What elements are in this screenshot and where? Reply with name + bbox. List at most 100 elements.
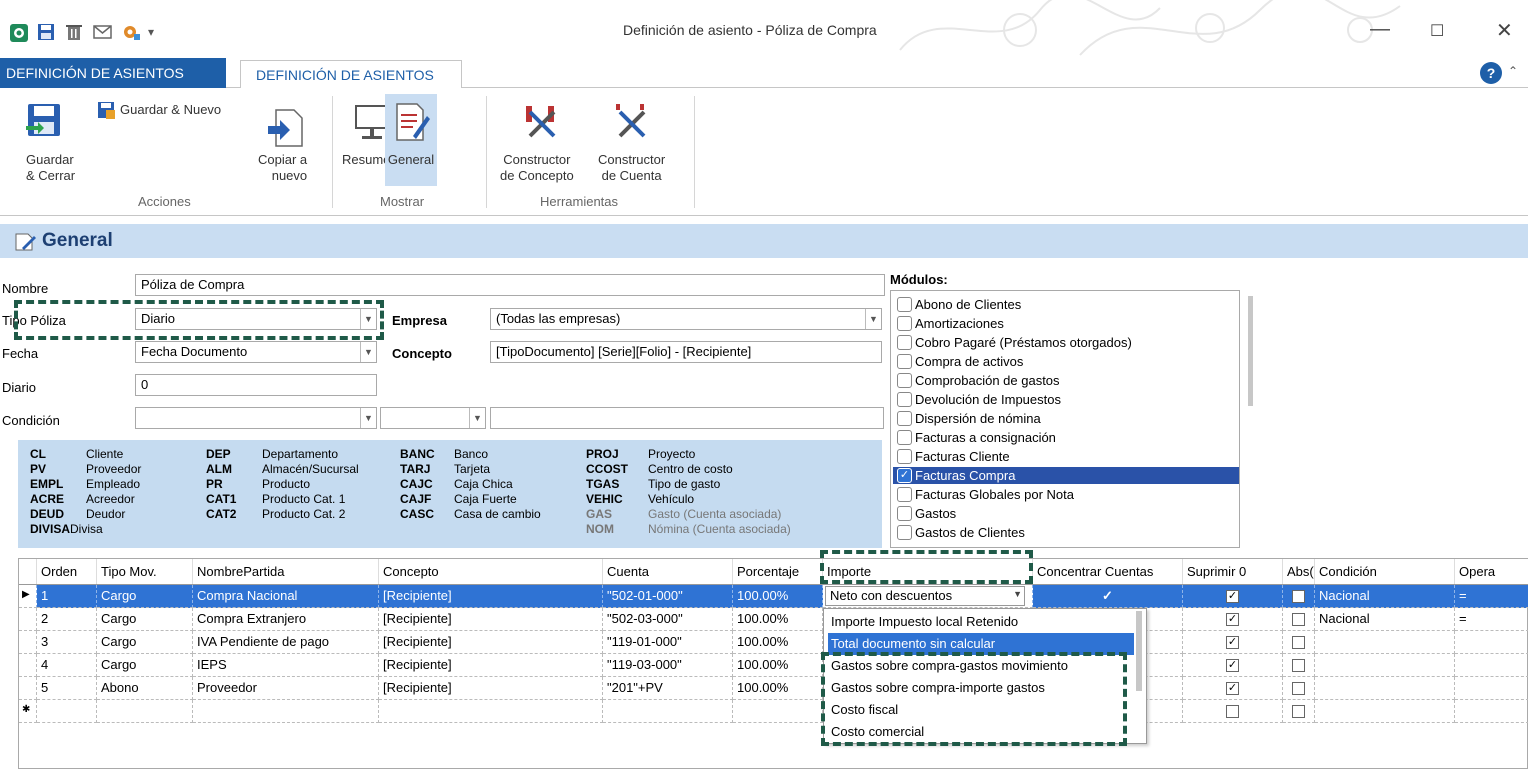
table-row[interactable]: 4 Cargo IEPS [Recipiente] "119-03-000" 100.00… (19, 654, 1528, 677)
grid-cell[interactable] (1283, 585, 1315, 608)
chevron-down-icon[interactable]: ▼ (360, 342, 376, 362)
grid-cell[interactable]: 100.00% (733, 677, 823, 700)
module-item[interactable]: Amortizaciones (893, 315, 1239, 332)
chevron-down-icon[interactable]: ▼ (1013, 589, 1022, 599)
save-icon[interactable] (36, 22, 56, 42)
module-item[interactable]: Gastos de Clientes (893, 524, 1239, 541)
importe-select[interactable]: Neto con descuentos ▼ (825, 586, 1025, 606)
importe-option[interactable]: Importe Impuesto local Retenido (828, 611, 1134, 633)
grid-cell[interactable] (603, 700, 733, 723)
module-checkbox[interactable] (897, 392, 912, 407)
grid-cell[interactable]: 100.00% (733, 654, 823, 677)
grid-cell[interactable]: Compra Extranjero (193, 608, 379, 631)
row-indicator[interactable] (19, 608, 37, 631)
grid-cell[interactable] (1283, 654, 1315, 677)
popup-scrollbar[interactable] (1136, 611, 1142, 691)
module-checkbox[interactable]: ✓ (897, 468, 912, 483)
module-item[interactable]: Comprobación de gastos (893, 372, 1239, 389)
grid-cell[interactable]: Compra Nacional (193, 585, 379, 608)
module-item[interactable]: Facturas Globales por Nota (893, 486, 1239, 503)
condicion-select-1[interactable]: ▼ (135, 407, 377, 429)
grid-cell[interactable]: ✓ (1183, 631, 1283, 654)
grid-cell[interactable]: IEPS (193, 654, 379, 677)
nombre-input[interactable]: Póliza de Compra (135, 274, 885, 296)
concepto-input[interactable]: [TipoDocumento] [Serie][Folio] - [Recipi… (490, 341, 882, 363)
grid-cell[interactable] (97, 700, 193, 723)
grid-cell[interactable]: [Recipiente] (379, 608, 603, 631)
column-header[interactable]: Orden (37, 559, 97, 585)
help-icon[interactable]: ? (1480, 62, 1502, 84)
chevron-down-icon[interactable]: ▼ (865, 309, 881, 329)
collapse-ribbon-icon[interactable]: ⌃ (1508, 64, 1518, 78)
module-item[interactable]: Devolución de Impuestos (893, 391, 1239, 408)
grid-cell[interactable]: Cargo (97, 585, 193, 608)
grid-cell[interactable]: "119-03-000" (603, 654, 733, 677)
module-checkbox[interactable] (897, 411, 912, 426)
diario-input[interactable]: 0 (135, 374, 377, 396)
column-header[interactable]: Suprimir 0 (1183, 559, 1283, 585)
grid-cell[interactable] (1455, 677, 1528, 700)
grid-cell[interactable]: 2 (37, 608, 97, 631)
grid-cell[interactable]: 5 (37, 677, 97, 700)
module-item[interactable]: Dispersión de nómina (893, 410, 1239, 427)
grid-cell[interactable]: ✓ (1183, 585, 1283, 608)
grid-cell[interactable]: 1 (37, 585, 97, 608)
grid-cell[interactable]: 3 (37, 631, 97, 654)
column-header[interactable]: Porcentaje (733, 559, 823, 585)
general-button[interactable]: General (385, 94, 437, 186)
grid-cell[interactable]: Abono (97, 677, 193, 700)
column-header[interactable]: Concepto (379, 559, 603, 585)
grid-cell[interactable]: "502-03-000" (603, 608, 733, 631)
module-item[interactable]: Facturas a consignación (893, 429, 1239, 446)
module-checkbox[interactable] (897, 335, 912, 350)
grid-cell[interactable] (37, 700, 97, 723)
row-indicator[interactable] (19, 631, 37, 654)
grid-cell[interactable]: "119-01-000" (603, 631, 733, 654)
suprimir-checkbox[interactable]: ✓ (1226, 659, 1239, 673)
new-row-checkbox[interactable] (1292, 705, 1305, 719)
grid-cell[interactable] (1283, 608, 1315, 631)
grid-cell[interactable]: IVA Pendiente de pago (193, 631, 379, 654)
column-header[interactable]: NombrePartida (193, 559, 379, 585)
abs-checkbox[interactable] (1292, 682, 1305, 696)
grid-cell[interactable] (1283, 677, 1315, 700)
modules-scrollbar[interactable] (1248, 296, 1253, 406)
module-checkbox[interactable] (897, 449, 912, 464)
grid-cell[interactable] (193, 700, 379, 723)
module-item[interactable]: ✓ Facturas Compra (893, 467, 1239, 484)
column-header[interactable]: Cuenta (603, 559, 733, 585)
grid-cell[interactable] (733, 700, 823, 723)
grid-cell[interactable]: ✓ (1183, 608, 1283, 631)
grid-cell[interactable]: "502-01-000" (603, 585, 733, 608)
column-header[interactable]: Concentrar Cuentas (1033, 559, 1183, 585)
module-checkbox[interactable] (897, 354, 912, 369)
new-row-checkbox[interactable] (1226, 705, 1239, 719)
empresa-select[interactable]: (Todas las empresas) ▼ (490, 308, 882, 330)
module-checkbox[interactable] (897, 430, 912, 445)
table-row[interactable]: 2 Cargo Compra Extranjero [Recipiente] "502-… (19, 608, 1528, 631)
module-item[interactable]: Facturas Cliente (893, 448, 1239, 465)
suprimir-checkbox[interactable]: ✓ (1226, 590, 1239, 604)
chevron-down-icon[interactable]: ▼ (469, 408, 485, 428)
grid-cell[interactable] (1455, 700, 1528, 723)
module-checkbox[interactable] (897, 316, 912, 331)
mail-icon[interactable] (92, 22, 112, 42)
grid-cell[interactable] (1455, 654, 1528, 677)
module-checkbox[interactable] (897, 525, 912, 540)
grid-cell[interactable] (1315, 631, 1455, 654)
grid-cell[interactable] (1455, 631, 1528, 654)
row-indicator[interactable] (19, 677, 37, 700)
grid-cell[interactable]: Cargo (97, 631, 193, 654)
module-checkbox[interactable] (897, 506, 912, 521)
new-row[interactable]: ✱ (19, 700, 1528, 723)
grid-cell[interactable]: 100.00% (733, 631, 823, 654)
file-tab[interactable]: DEFINICIÓN DE ASIENTOS (0, 58, 226, 88)
grid-cell[interactable] (1315, 677, 1455, 700)
grid-cell[interactable]: 100.00% (733, 608, 823, 631)
table-row[interactable]: 3 Cargo IVA Pendiente de pago [Recipiente] "… (19, 631, 1528, 654)
grid-cell[interactable] (1183, 700, 1283, 723)
concentrar-checkbox[interactable]: ✓ (1101, 589, 1114, 603)
grid-cell[interactable] (379, 700, 603, 723)
suprimir-checkbox[interactable]: ✓ (1226, 682, 1239, 696)
column-header[interactable]: Tipo Mov. (97, 559, 193, 585)
